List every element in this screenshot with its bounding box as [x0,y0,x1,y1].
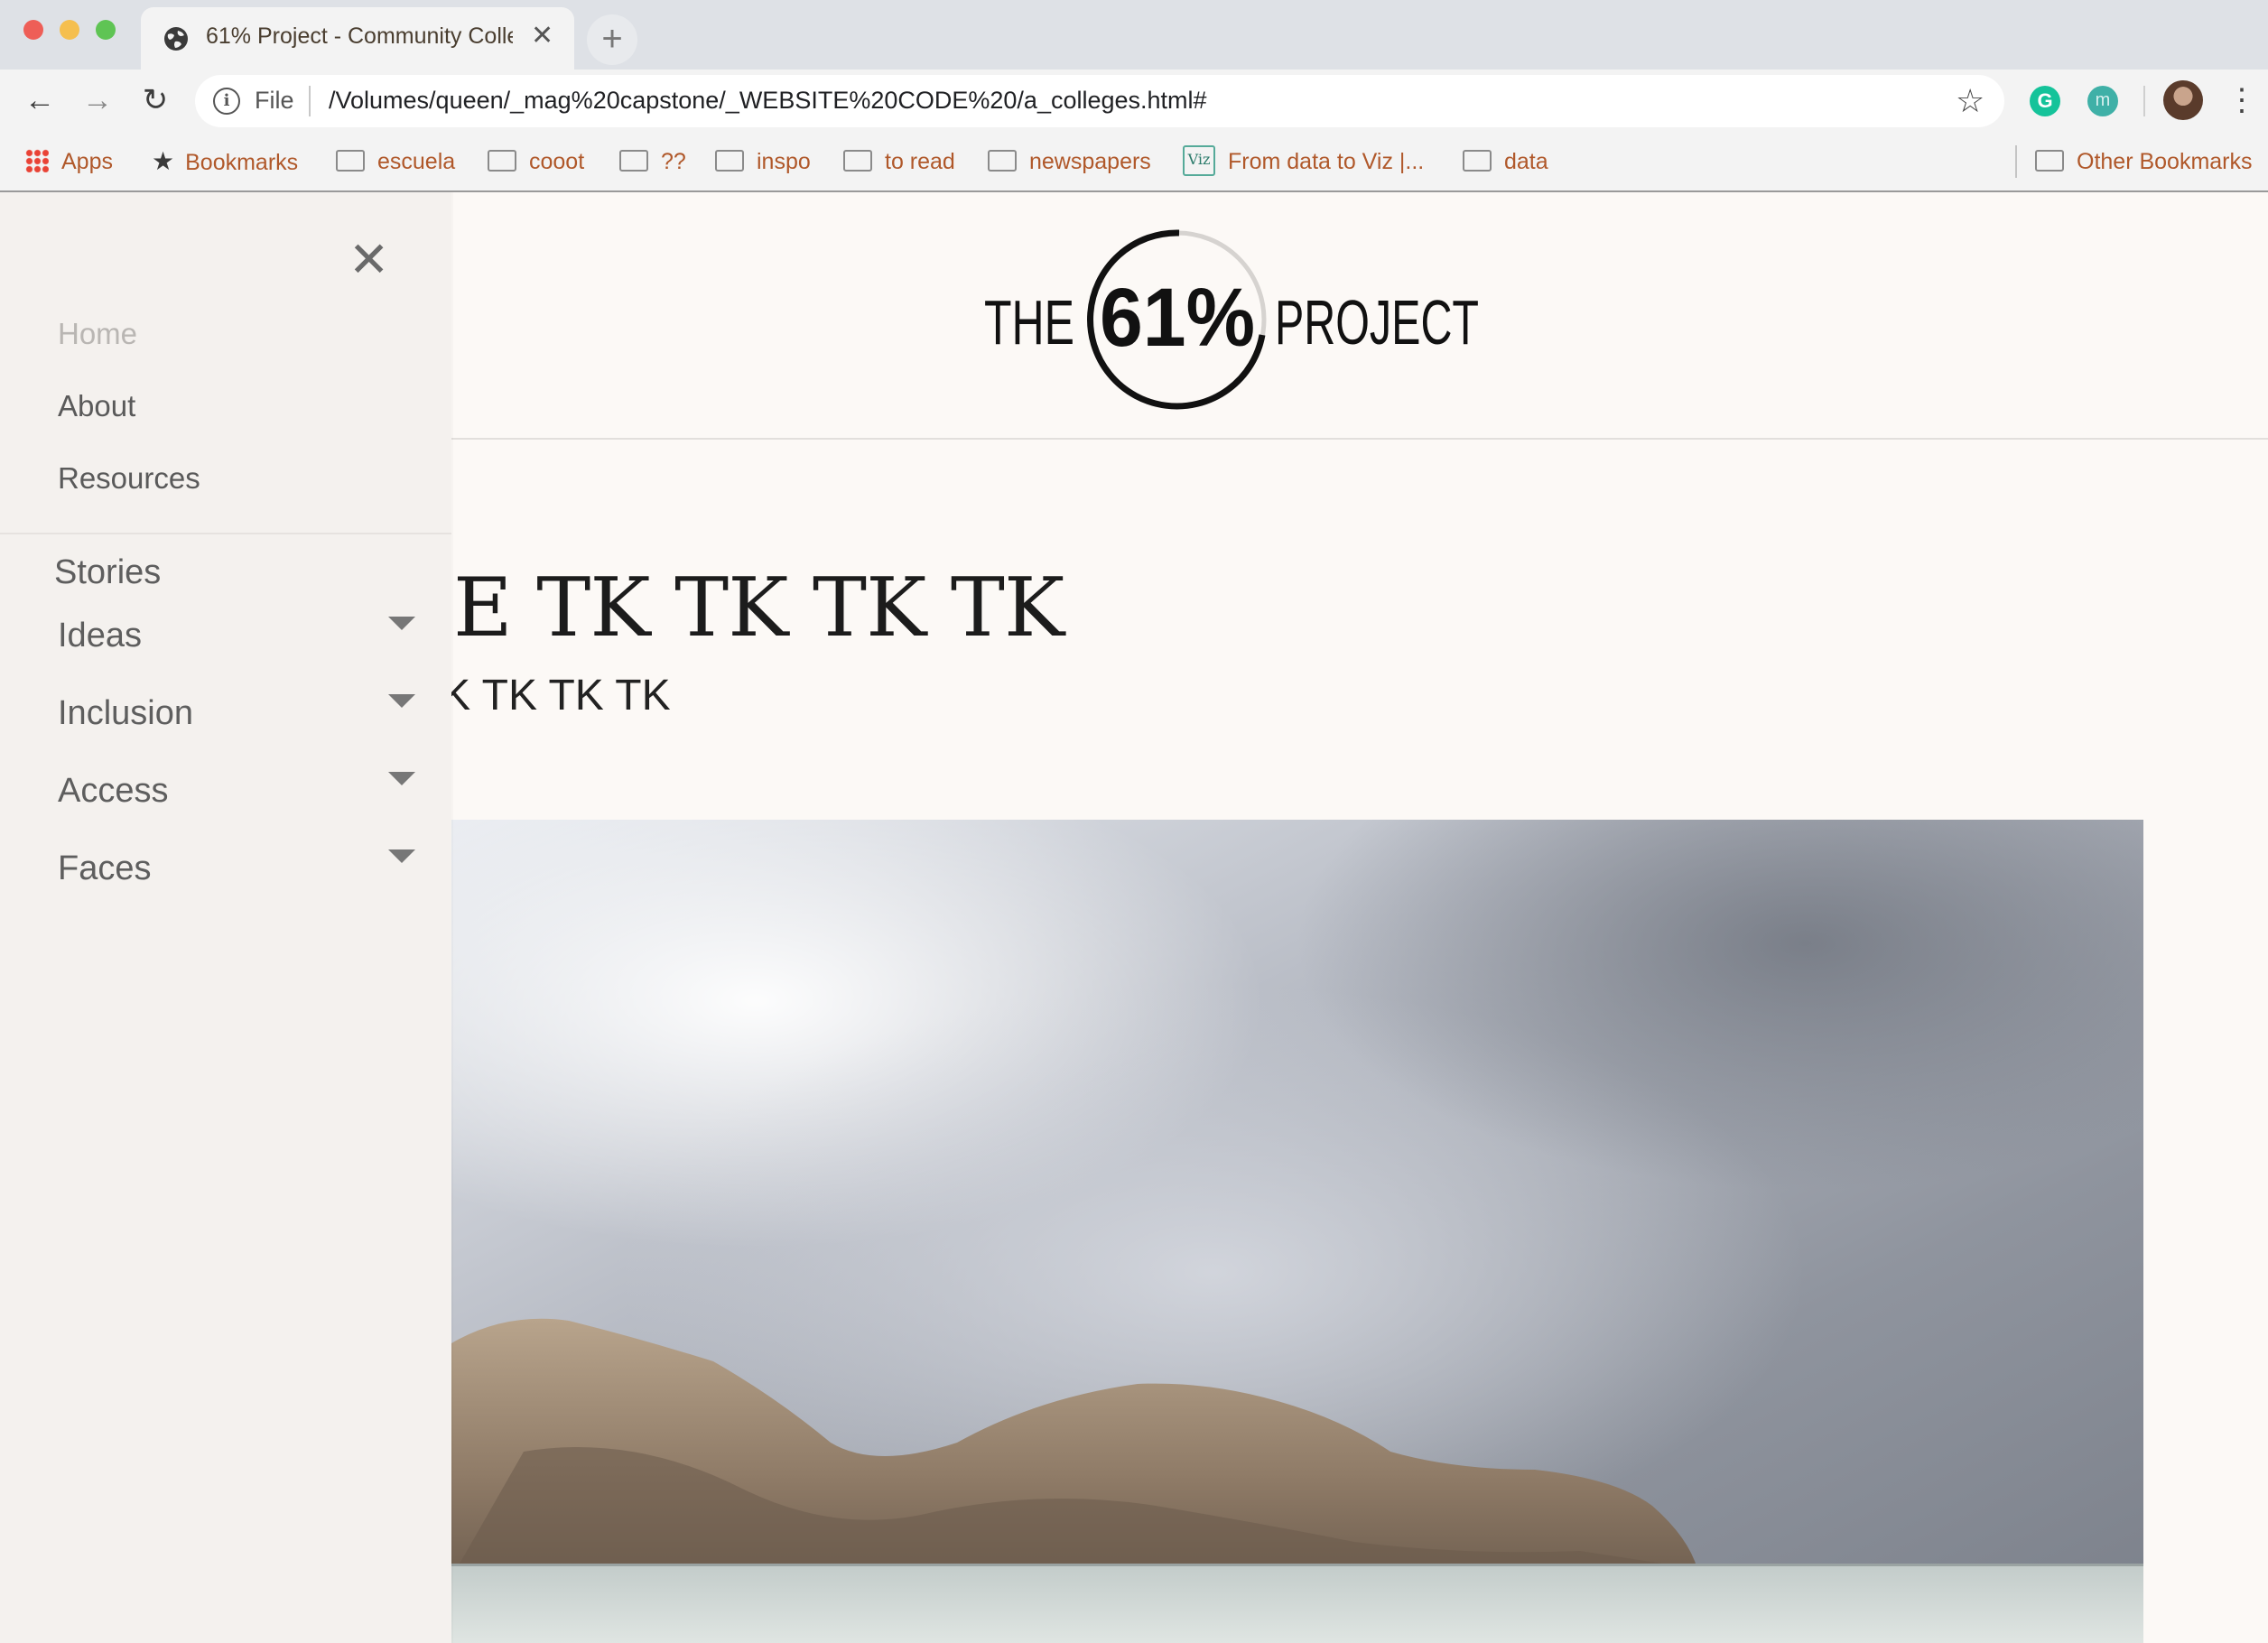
browser-tab-strip: 61% Project - Community Colle ✕ + [0,0,2268,70]
folder-icon [336,150,365,172]
forward-icon[interactable]: → [79,82,116,118]
grammarly-extension-icon[interactable]: G [2030,86,2060,116]
logo-number: 61% [1100,272,1255,364]
address-bar[interactable]: i File /Volumes/queen/_mag%20capstone/_W… [195,75,2004,127]
toolbar-separator [2143,86,2145,116]
bookmark-folder-escuela[interactable]: escuela [336,145,455,178]
bookmark-other-bookmarks[interactable]: Other Bookmarks [2035,145,2253,178]
tab-close-icon[interactable]: ✕ [531,20,553,52]
new-tab-button[interactable]: + [587,14,637,65]
bookmark-label: Other Bookmarks [2077,149,2253,174]
chevron-down-icon[interactable] [388,849,415,863]
folder-icon [988,150,1017,172]
close-icon[interactable]: ✕ [349,236,389,284]
back-icon[interactable]: ← [22,82,58,118]
sidebar-nav: ✕ Home About Resources Stories Ideas Inc… [0,192,451,1643]
folder-icon [1463,150,1492,172]
logo-the: THE [984,287,1074,357]
bookmarks-bar: Apps ★ Bookmarks escuela cooot ?? inspo t… [0,133,2268,192]
m-extension-icon[interactable]: m [2087,86,2118,116]
tab-title: 61% Project - Community Colle [206,23,513,49]
browser-tab[interactable]: 61% Project - Community Colle ✕ [141,7,574,70]
sidebar-divider [0,533,451,534]
stories-heading: Stories [54,553,162,591]
bookmark-label: cooot [529,149,585,174]
chevron-down-icon[interactable] [388,694,415,708]
bookmark-label: newspapers [1029,149,1151,174]
url-text[interactable]: /Volumes/queen/_mag%20capstone/_WEBSITE%… [329,87,1207,115]
window-minimize-button[interactable] [60,20,79,40]
bookmark-folder-cooot[interactable]: cooot [488,145,584,178]
url-separator [309,86,311,116]
bookmark-folder-inspo[interactable]: inspo [715,145,811,178]
chevron-down-icon[interactable] [388,617,415,630]
chevron-down-icon[interactable] [388,772,415,785]
site-logo[interactable]: THE 61% PROJECT [982,225,1488,414]
folder-icon [715,150,744,172]
bookmarks-separator [2015,145,2017,178]
sidebar-link-about[interactable]: About [58,389,135,423]
bookmark-label: From data to Viz |... [1228,149,1425,174]
browser-menu-icon[interactable]: ⋮ [2226,82,2257,118]
folder-icon [488,150,516,172]
bookmark-label: inspo [757,149,811,174]
bookmark-label: escuela [377,149,456,174]
folder-icon [2035,150,2064,172]
globe-icon [164,27,188,51]
logo-project: PROJECT [1275,287,1479,357]
sidebar-category-inclusion[interactable]: Inclusion [58,694,193,733]
star-icon: ★ [152,147,175,175]
bookmark-label: data [1504,149,1548,174]
apps-grid-icon [25,149,49,173]
sidebar-category-ideas[interactable]: Ideas [58,617,142,655]
bookmark-folder-data[interactable]: data [1463,145,1548,178]
bookmark-folder-to-read[interactable]: to read [843,145,955,178]
bookmark-star-icon[interactable]: ☆ [1956,82,1984,120]
folder-icon [619,150,648,172]
article-subhead: 'K TK TK TK [433,672,671,719]
bookmark-apps[interactable]: Apps [25,145,113,178]
sidebar-category-access[interactable]: Access [58,772,168,811]
sidebar-link-resources[interactable]: Resources [58,461,200,496]
bookmark-bookmarks[interactable]: ★ Bookmarks [152,145,298,178]
bookmark-folder-newspapers[interactable]: newspapers [988,145,1151,178]
bookmark-label: ?? [661,149,686,174]
viz-site-icon: Viz [1183,145,1215,177]
bookmark-label: Bookmarks [185,150,299,175]
article-headline: E TK TK TK TK [453,561,1064,655]
reload-icon[interactable]: ↻ [137,82,173,118]
site-header: THE 61% PROJECT [451,192,2268,440]
hero-landscape-image [451,820,2143,1643]
sidebar-link-home[interactable]: Home [58,317,137,351]
bookmark-folder-questions[interactable]: ?? [619,145,686,178]
site-info-icon[interactable]: i [213,88,240,115]
sidebar-category-faces[interactable]: Faces [58,849,151,888]
profile-avatar[interactable] [2163,80,2203,120]
window-close-button[interactable] [23,20,43,40]
window-zoom-button[interactable] [96,20,116,40]
bookmark-label: Apps [61,149,113,174]
folder-icon [843,150,872,172]
bookmark-from-data-to-viz[interactable]: Viz From data to Viz |... [1183,145,1424,178]
url-scheme-label: File [255,87,294,114]
browser-toolbar: ← → ↻ i File /Volumes/queen/_mag%20capst… [0,70,2268,133]
bookmark-label: to read [885,149,955,174]
